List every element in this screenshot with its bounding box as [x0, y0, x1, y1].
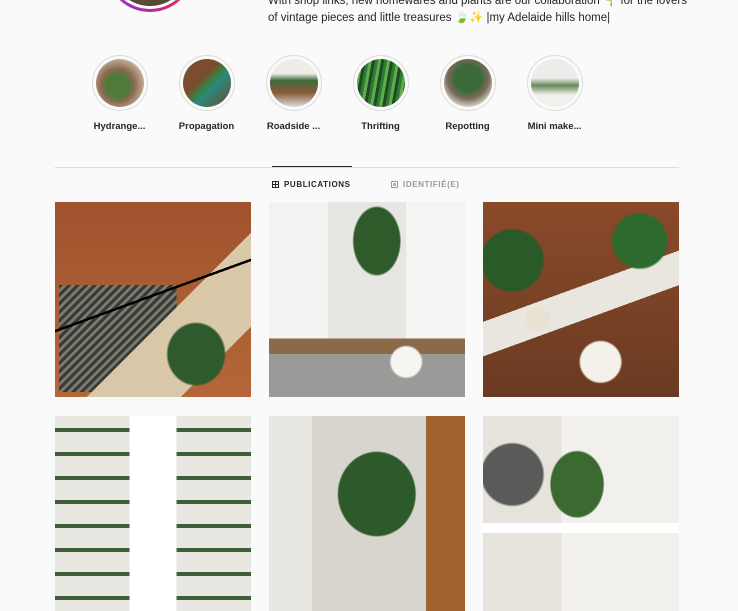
- highlight-mini-makeover[interactable]: Mini make...: [511, 55, 598, 135]
- profile-avatar[interactable]: [108, 0, 192, 12]
- tab-tagged[interactable]: IDENTIFIÉ(E): [391, 180, 460, 189]
- avatar: [114, 0, 186, 6]
- highlight-roadside[interactable]: Roadside ...: [250, 55, 337, 135]
- post-thumbnail[interactable]: [269, 202, 465, 397]
- highlight-hydrangea[interactable]: Hydrange...: [76, 55, 163, 135]
- post-thumbnail[interactable]: [55, 202, 251, 397]
- tab-posts[interactable]: PUBLICATIONS: [272, 180, 351, 189]
- highlight-cover-image: [95, 59, 144, 107]
- tab-posts-label: PUBLICATIONS: [284, 180, 351, 189]
- post-image: [269, 416, 465, 611]
- post-thumbnail[interactable]: [269, 416, 465, 611]
- tab-tagged-label: IDENTIFIÉ(E): [403, 180, 460, 189]
- highlight-label: Mini make...: [527, 121, 582, 132]
- post-image: [269, 202, 465, 397]
- highlight-label: Thrifting: [361, 121, 400, 132]
- tabs-divider: [55, 167, 679, 168]
- profile-bio: With shop links; new homewares and plant…: [268, 0, 708, 27]
- highlight-cover-image: [356, 59, 405, 107]
- post-thumbnail[interactable]: [55, 416, 251, 611]
- tag-icon: [391, 181, 398, 188]
- highlight-label: Hydrange...: [93, 121, 146, 132]
- highlight-label: Repotting: [445, 121, 490, 132]
- post-thumbnail[interactable]: [483, 202, 679, 397]
- highlight-repotting[interactable]: Repotting: [424, 55, 511, 135]
- highlight-label: Roadside ...: [266, 121, 321, 132]
- post-thumbnail[interactable]: [483, 416, 679, 611]
- post-image: [483, 202, 679, 397]
- highlight-cover-image: [530, 59, 579, 107]
- story-highlights: Hydrange... Propagation Roadside ... Thr…: [76, 55, 598, 135]
- post-image: [55, 202, 251, 397]
- bio-line-2: of vintage pieces and little treasures 🍃…: [268, 12, 611, 24]
- highlight-cover-image: [269, 59, 318, 107]
- highlight-cover-image: [182, 59, 231, 107]
- grid-icon: [272, 181, 279, 188]
- bio-line-1: With shop links; new homewares and plant…: [268, 0, 687, 7]
- highlight-cover-image: [443, 59, 492, 107]
- post-image: [483, 416, 679, 611]
- post-image: [55, 416, 251, 611]
- highlight-label: Propagation: [178, 121, 235, 132]
- highlight-propagation[interactable]: Propagation: [163, 55, 250, 135]
- highlight-thrifting[interactable]: Thrifting: [337, 55, 424, 135]
- active-tab-indicator: [272, 166, 352, 167]
